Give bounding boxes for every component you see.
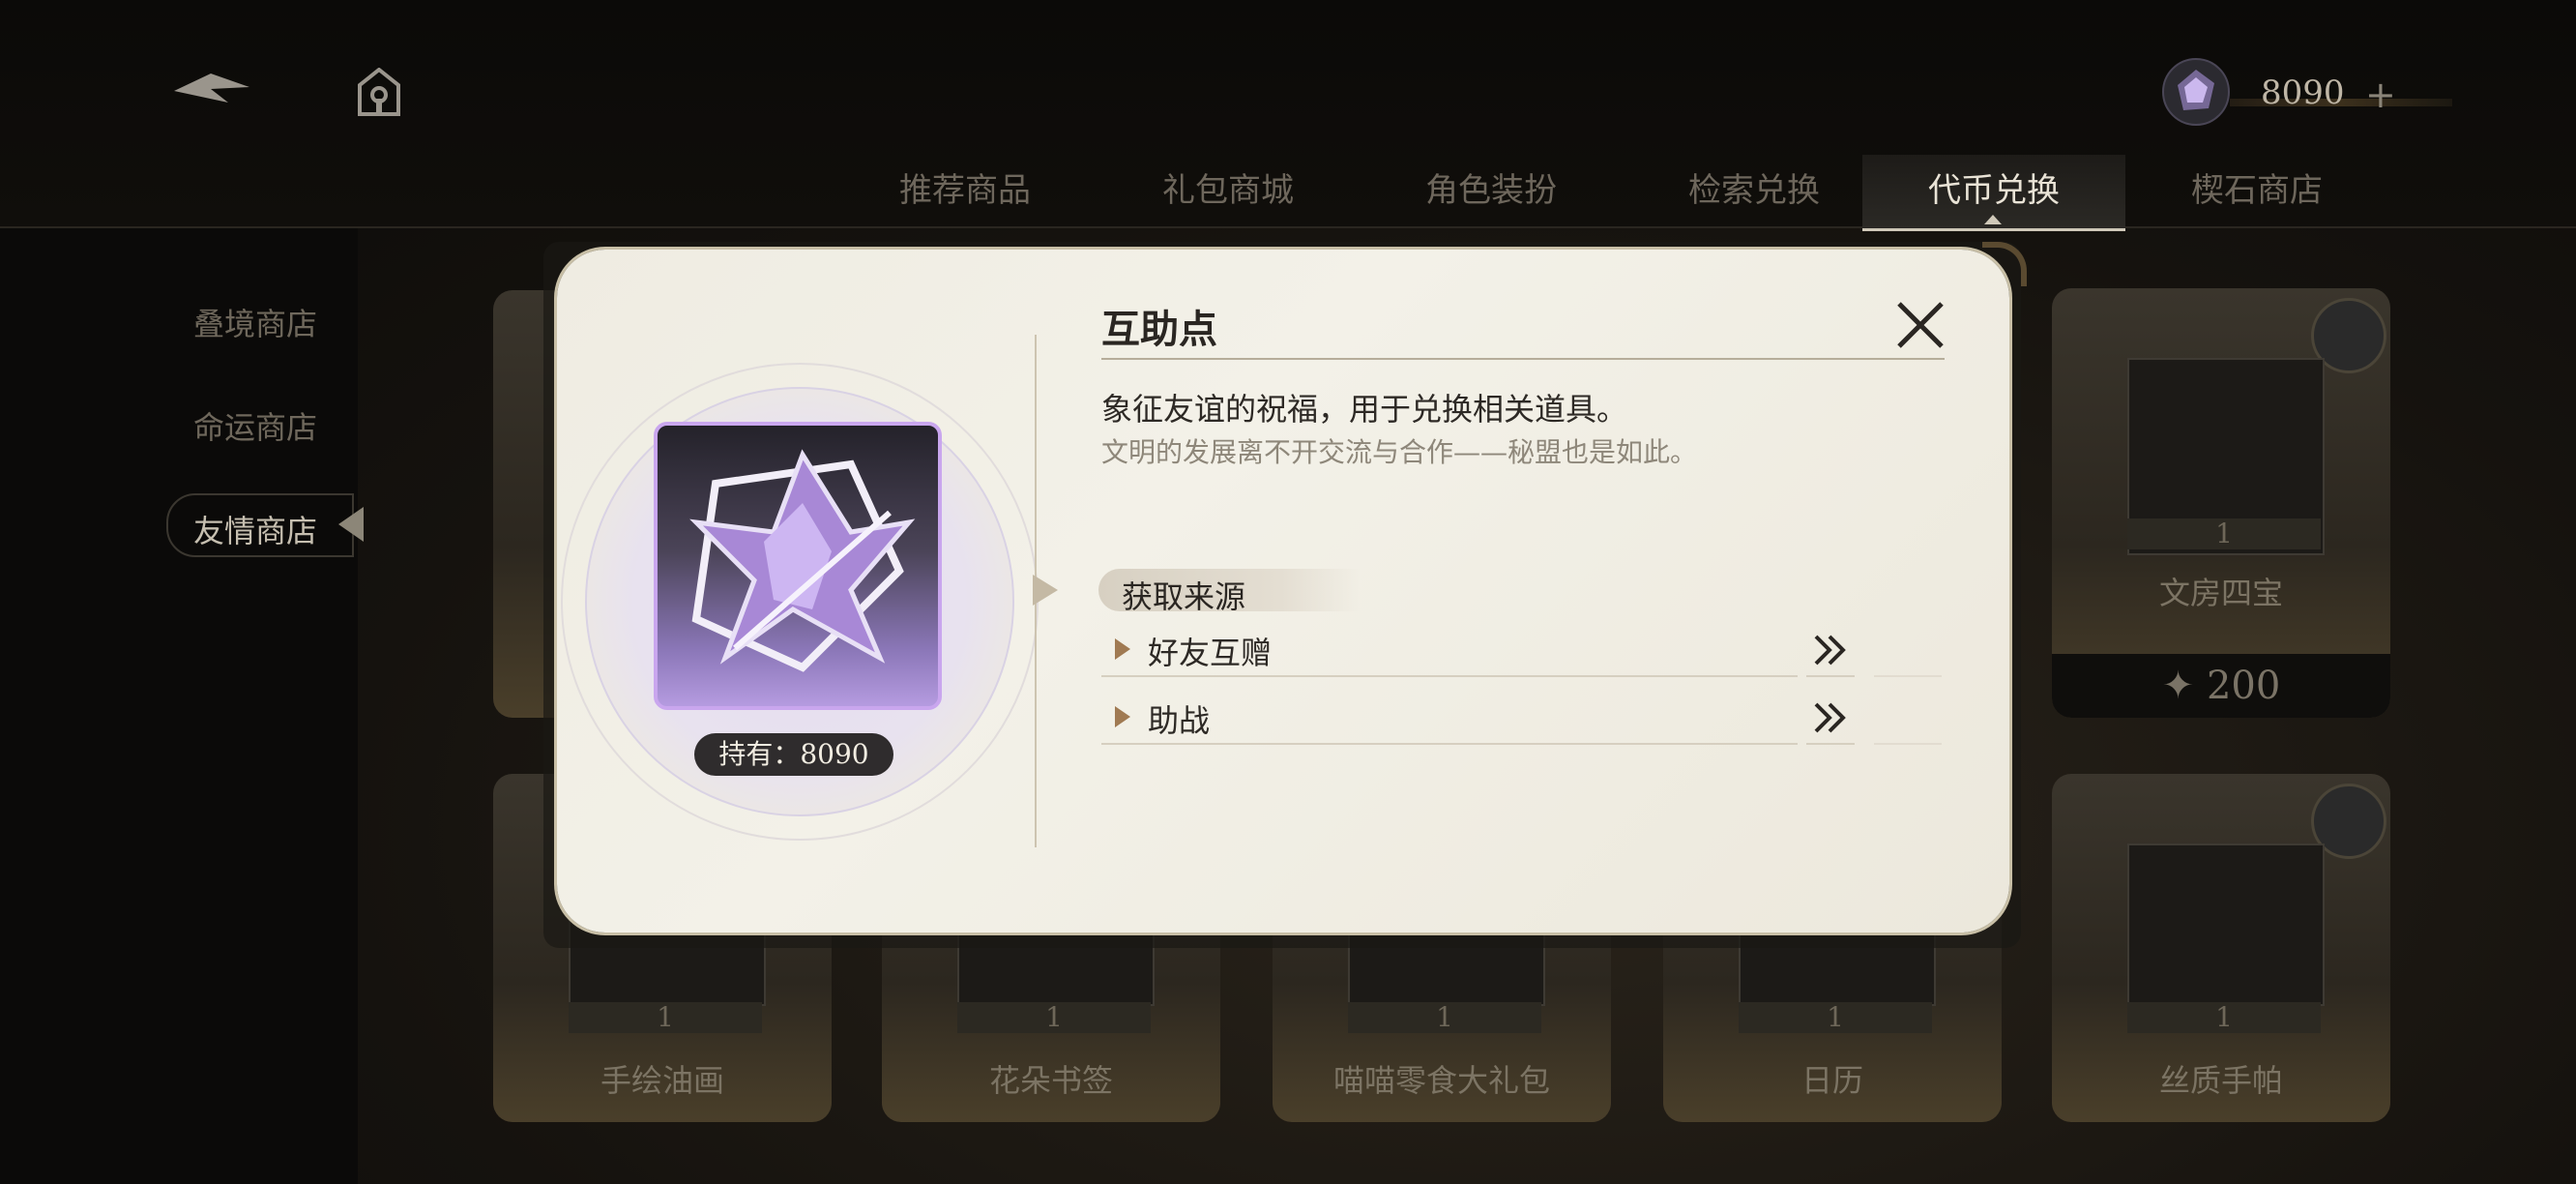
go-to-friend-gift-button[interactable] — [1806, 625, 1855, 677]
source-heading: 获取来源 — [1098, 569, 1360, 615]
product-name: 花朵书签 — [988, 1062, 1113, 1099]
friendship-point-icon — [2162, 58, 2230, 126]
sidebar-item-fate-shop[interactable]: 命运商店 — [193, 403, 317, 448]
source-row-tail — [1874, 693, 1942, 745]
back-arrow-icon[interactable] — [172, 70, 251, 112]
bullet-icon — [1115, 638, 1130, 660]
product-price-value: 200 — [2206, 664, 2281, 708]
product-name: 手绘油画 — [600, 1062, 724, 1099]
tab-character-outfits[interactable]: 角色装扮 — [1360, 155, 1623, 228]
product-name: 文房四宝 — [2158, 575, 2283, 611]
product-qty: 1 — [1348, 1002, 1541, 1033]
sidebar-item-friendship-shop[interactable]: 友情商店 — [193, 507, 317, 551]
source-pointer-icon — [1033, 575, 1058, 606]
product-name: 丝质手帕 — [2158, 1062, 2283, 1099]
title-underline — [1101, 358, 1945, 360]
item-title: 互助点 — [1101, 307, 1217, 352]
sidebar-selected-arrow-icon — [338, 507, 364, 542]
active-tab-caret-icon — [1984, 215, 2002, 224]
go-to-support-button[interactable] — [1806, 693, 1855, 745]
product-name: 日历 — [1800, 1062, 1863, 1099]
sidebar — [0, 228, 358, 1184]
source-row-support[interactable]: 助战 — [1101, 693, 1798, 745]
tab-gift-packs[interactable]: 礼包商城 — [1097, 155, 1360, 228]
product-card[interactable]: 1 文房四宝 ✦ 200 — [2052, 288, 2390, 718]
friendship-point-icon: ✦ — [2161, 664, 2207, 708]
tab-wedge-stone-shop[interactable]: 楔石商店 — [2125, 155, 2388, 228]
currency-value: 8090 — [2261, 74, 2345, 112]
add-currency-button[interactable]: + — [2365, 74, 2396, 116]
tab-token-exchange[interactable]: 代币兑换 — [1862, 155, 2125, 231]
bullet-icon — [1115, 706, 1130, 727]
home-icon[interactable] — [356, 67, 402, 116]
product-image — [2127, 844, 2325, 1006]
product-price: ✦ 200 — [2052, 654, 2390, 718]
close-icon[interactable] — [1895, 300, 1946, 350]
product-card[interactable]: 1 丝质手帕 — [2052, 774, 2390, 1122]
product-qty: 1 — [2127, 518, 2321, 549]
tab-recommended[interactable]: 推荐商品 — [834, 155, 1097, 228]
source-heading-label: 获取来源 — [1122, 578, 1246, 615]
tab-search-exchange[interactable]: 检索兑换 — [1623, 155, 1886, 228]
product-name: 喵喵零食大礼包 — [1332, 1062, 1550, 1099]
source-row-tail — [1874, 625, 1942, 677]
item-description: 象征友谊的祝福，用于兑换相关道具。 — [1101, 391, 1628, 428]
product-qty: 1 — [1739, 1002, 1932, 1033]
sidebar-item-overlap-shop[interactable]: 叠境商店 — [193, 300, 317, 344]
source-row-friend-gift[interactable]: 好友互赠 — [1101, 625, 1798, 677]
source-label: 助战 — [1148, 702, 1211, 739]
product-qty: 1 — [569, 1002, 762, 1033]
double-chevron-right-icon — [1814, 702, 1846, 733]
double-chevron-right-icon — [1814, 635, 1846, 666]
product-qty: 1 — [2127, 1002, 2321, 1033]
friendship-point-large-icon — [654, 422, 942, 710]
item-lore: 文明的发展离不开交流与合作——秘盟也是如此。 — [1101, 436, 1698, 468]
source-label: 好友互赠 — [1148, 635, 1273, 671]
owned-count-badge: 持有：8090 — [694, 733, 893, 776]
tab-token-exchange-label: 代币兑换 — [1928, 171, 2060, 210]
product-qty: 1 — [957, 1002, 1151, 1033]
